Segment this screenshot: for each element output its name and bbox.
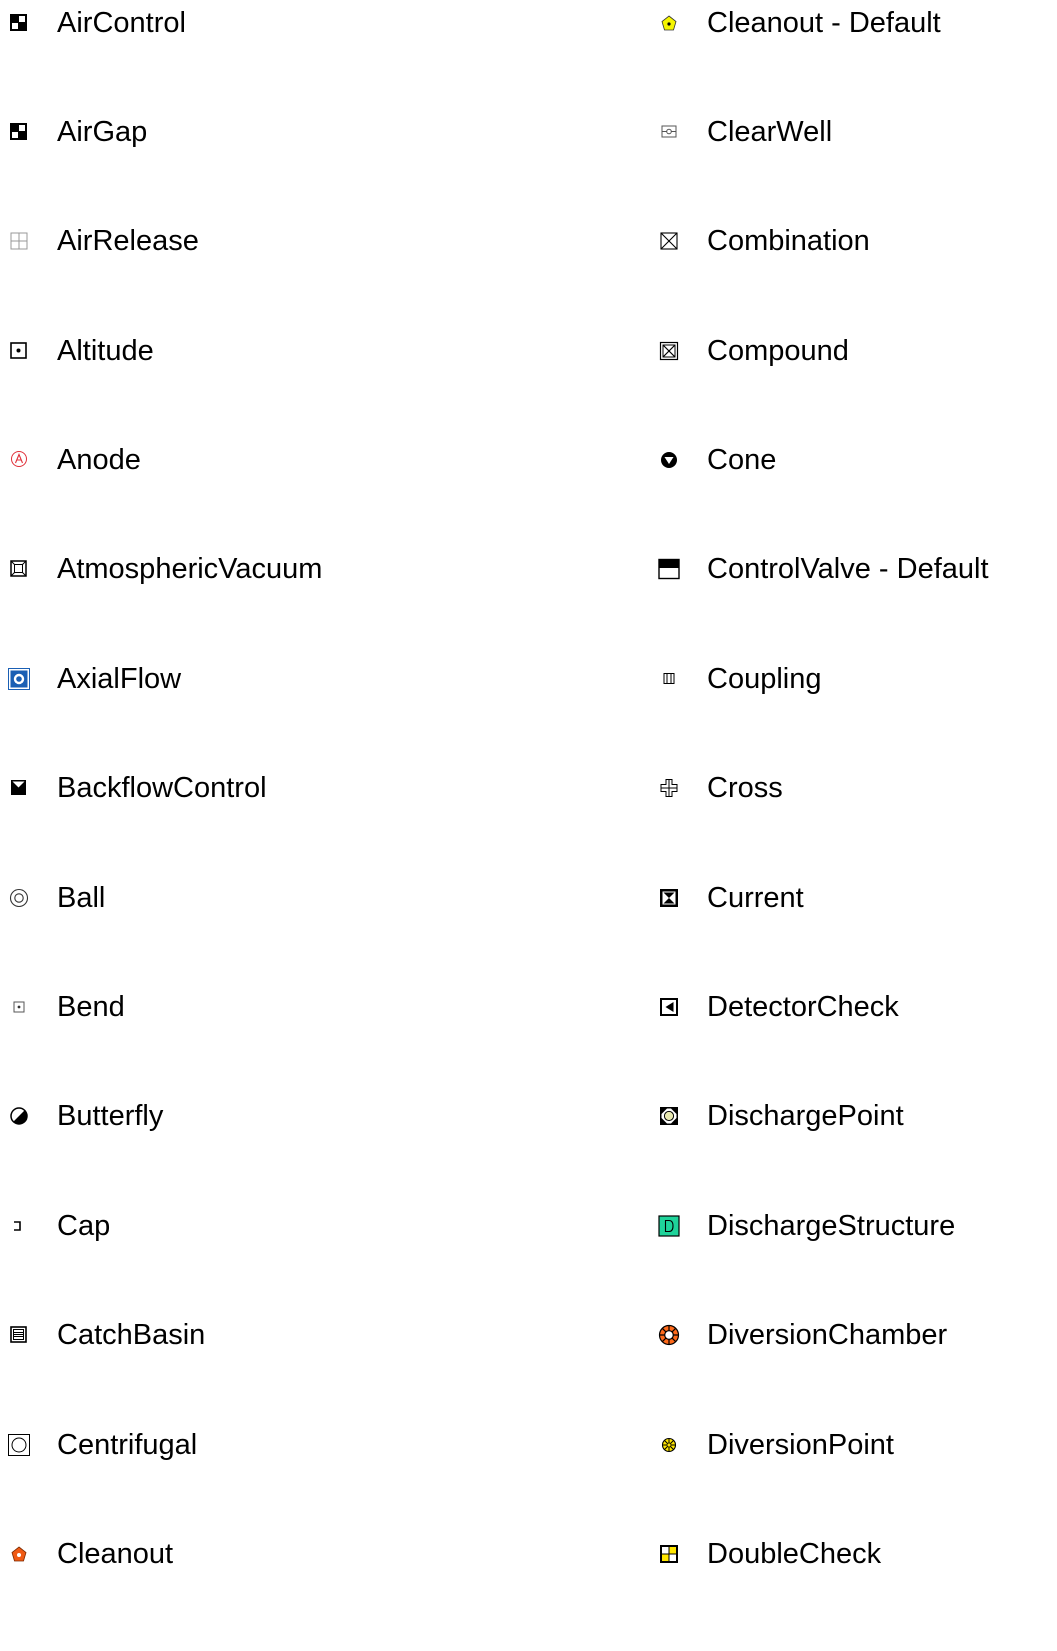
legend-label: ControlValve - Default [707,553,989,585]
legend-label: Butterfly [57,1100,164,1132]
legend-label: ClearWell [707,116,833,148]
catch-basin-icon [8,1324,30,1346]
legend-label: Ball [57,882,106,914]
legend-label: Cone [707,444,777,476]
legend-label: AtmosphericVacuum [57,553,323,585]
legend-label: AirRelease [57,225,199,257]
coupling-icon [658,668,680,690]
ball-icon [8,887,30,909]
compound-icon [658,340,680,362]
backflow-control-icon [8,777,30,799]
legend-label: DoubleCheck [707,1538,882,1570]
legend-label: DischargeStructure [707,1210,956,1242]
legend-label: CatchBasin [57,1319,206,1351]
legend-label: Altitude [57,335,154,367]
legend-label: Current [707,882,804,914]
cleanout-default-icon [658,12,680,34]
detector-check-icon [658,996,680,1018]
cone-icon [658,449,680,471]
legend-label: Cap [57,1210,111,1242]
altitude-icon [8,340,30,362]
anode-icon [8,449,30,471]
diversion-chamber-icon [658,1324,680,1346]
legend-label: DiversionChamber [707,1319,948,1351]
legend-label: Compound [707,335,849,367]
legend-label: Cleanout - Default [707,7,941,39]
legend-label: Combination [707,225,870,257]
air-gap-icon [8,121,30,143]
discharge-point-icon [658,1105,680,1127]
legend-label: Centrifugal [57,1429,198,1461]
legend-label: AirGap [57,116,148,148]
legend-label: Bend [57,991,125,1023]
legend-label: DischargePoint [707,1100,904,1132]
legend-label: Coupling [707,663,822,695]
air-release-icon [8,230,30,252]
axial-flow-icon [8,668,30,690]
legend-label: DetectorCheck [707,991,899,1023]
bend-icon [8,996,30,1018]
clear-well-icon [658,121,680,143]
legend-label: Cross [707,772,783,804]
cross-icon [658,777,680,799]
combination-icon [658,230,680,252]
legend-label: BackflowControl [57,772,267,804]
current-icon [658,887,680,909]
butterfly-icon [8,1105,30,1127]
legend-label: AxialFlow [57,663,182,695]
centrifugal-icon [8,1434,30,1456]
control-valve-default-icon [658,558,680,580]
double-check-icon [658,1543,680,1565]
legend-label: AirControl [57,7,186,39]
legend-label: DiversionPoint [707,1429,894,1461]
diversion-point-icon [658,1434,680,1456]
cap-icon [8,1215,30,1237]
cleanout-icon [8,1543,30,1565]
discharge-structure-icon [658,1215,680,1237]
legend-label: Anode [57,444,141,476]
atmospheric-vacuum-icon [8,558,30,580]
air-control-icon [8,12,30,34]
legend-label: Cleanout [57,1538,174,1570]
